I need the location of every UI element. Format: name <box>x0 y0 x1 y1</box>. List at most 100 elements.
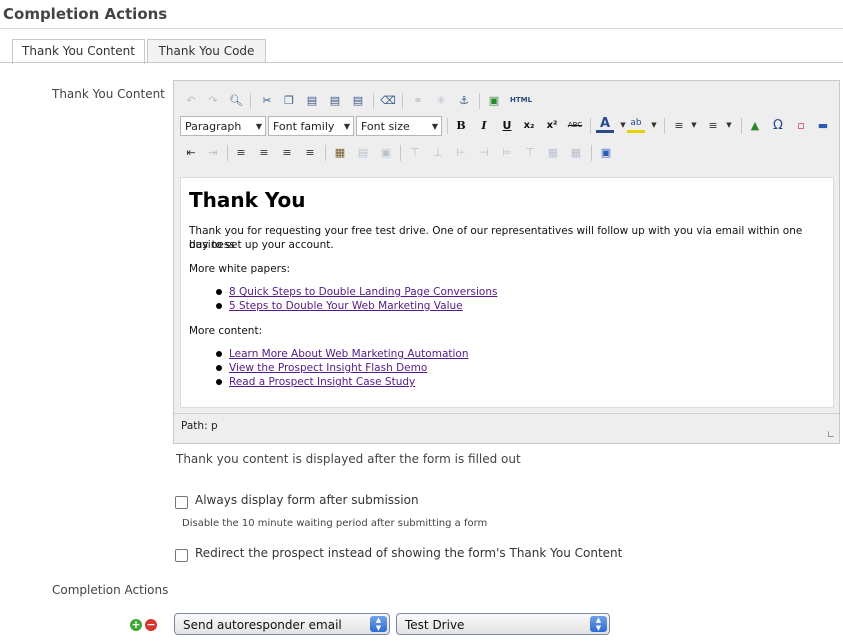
rich-text-editor: ↶ ↷ 🔍︎ ✂ ❐ ▤ ▤ ▤ ⌫ ⚭ ✳ ⚓ ▣ HTML Paragrap… <box>173 80 840 444</box>
merge-cells-icon[interactable]: ▦ <box>567 143 585 161</box>
toolbar-separator <box>373 93 374 109</box>
action-type-value: Send autoresponder email <box>183 618 342 632</box>
insert-image-icon[interactable]: ▲ <box>746 116 764 134</box>
format-select[interactable]: Paragraph ▼ <box>180 116 266 136</box>
anchor-icon[interactable]: ⚓ <box>455 91 473 109</box>
add-action-icon[interactable]: + <box>130 619 142 631</box>
strikethrough-icon[interactable]: ABC <box>566 116 584 134</box>
align-right-icon[interactable]: ≡ <box>278 143 296 161</box>
outdent-icon[interactable]: ⇤ <box>182 143 200 161</box>
toolbar-separator <box>447 118 448 134</box>
split-cells-icon[interactable]: ▦ <box>544 143 562 161</box>
section-title: Completion Actions <box>3 5 168 23</box>
tab-thank-you-code[interactable]: Thank You Code <box>147 39 266 63</box>
redo-icon[interactable]: ↷ <box>204 91 222 109</box>
always-display-label: Always display form after submission <box>195 493 419 507</box>
copy-icon[interactable]: ❐ <box>280 91 298 109</box>
tab-divider <box>0 62 843 63</box>
chevron-down-icon[interactable]: ▼ <box>645 116 663 134</box>
more-content-label: More content: <box>189 325 263 337</box>
insert-row-after-icon[interactable]: ⊥ <box>429 143 447 161</box>
always-display-hint: Disable the 10 minute waiting period aft… <box>182 518 488 529</box>
chevron-down-icon: ▼ <box>255 122 262 131</box>
align-justify-icon[interactable]: ≡ <box>301 143 319 161</box>
toolbar-separator <box>591 145 592 161</box>
content-link-3[interactable]: Read a Prospect Insight Case Study <box>229 376 415 388</box>
title-divider <box>0 28 843 29</box>
undo-icon[interactable]: ↶ <box>182 91 200 109</box>
align-center-icon[interactable]: ≡ <box>255 143 273 161</box>
toolbar-separator <box>590 118 591 134</box>
page-break-icon[interactable]: ▫ <box>792 116 810 134</box>
select-arrows-icon: ▲ ▼ <box>590 616 607 632</box>
toolbar-separator <box>250 93 251 109</box>
chevron-down-icon: ▼ <box>431 122 438 131</box>
bullet-icon <box>216 365 222 371</box>
unlink-icon[interactable]: ✳ <box>432 91 450 109</box>
italic-icon[interactable]: I <box>475 116 493 134</box>
thank-you-content-label: Thank You Content <box>52 87 165 101</box>
delete-col-icon[interactable]: ⊤ <box>521 143 539 161</box>
toolbar-separator <box>402 93 403 109</box>
row-properties-icon[interactable]: ▤ <box>354 143 372 161</box>
paste-text-icon[interactable]: ▤ <box>326 91 344 109</box>
horizontal-rule-icon[interactable]: ▬ <box>814 116 832 134</box>
redirect-checkbox[interactable] <box>175 549 188 562</box>
html-source-button[interactable]: HTML <box>508 91 534 109</box>
cut-icon[interactable]: ✂ <box>258 91 276 109</box>
content-link-1[interactable]: Learn More About Web Marketing Automatio… <box>229 348 469 360</box>
link-icon[interactable]: ⚭ <box>409 91 427 109</box>
always-display-checkbox[interactable] <box>175 496 188 509</box>
toolbar-row-1: ↶ ↷ 🔍︎ ✂ ❐ ▤ ▤ ▤ ⌫ ⚭ ✳ ⚓ ▣ HTML <box>180 91 830 113</box>
image-icon[interactable]: ▣ <box>485 91 503 109</box>
bullet-icon <box>216 379 222 385</box>
tab-thank-you-content[interactable]: Thank You Content <box>12 39 145 64</box>
bullet-icon <box>216 303 222 309</box>
resize-handle-icon[interactable]: ∟ <box>827 430 835 441</box>
completion-actions-label: Completion Actions <box>52 583 169 597</box>
white-paper-link-2[interactable]: 5 Steps to Double Your Web Marketing Val… <box>229 300 463 312</box>
align-left-icon[interactable]: ≡ <box>232 143 250 161</box>
paste-word-icon[interactable]: ▤ <box>349 91 367 109</box>
redirect-label: Redirect the prospect instead of showing… <box>195 546 623 560</box>
editor-content-area[interactable]: Thank You Thank you for requesting your … <box>180 177 834 408</box>
bullet-icon <box>216 289 222 295</box>
insert-table-icon[interactable]: ▦ <box>331 143 349 161</box>
insert-row-before-icon[interactable]: ⊤ <box>406 143 424 161</box>
font-size-select[interactable]: Font size ▼ <box>356 116 442 136</box>
insert-col-after-icon[interactable]: ⊨ <box>498 143 516 161</box>
paste-icon[interactable]: ▤ <box>303 91 321 109</box>
text-color-icon[interactable]: A <box>596 116 614 133</box>
white-paper-link-1[interactable]: 8 Quick Steps to Double Landing Page Con… <box>229 286 497 298</box>
toolbar-row-3: ⇤ ⇥ ≡ ≡ ≡ ≡ ▦ ▤ ▣ ⊤ ⊥ ⊢ ⊣ ⊨ ⊤ ▦ ▦ ▣ <box>180 143 830 165</box>
content-link-2[interactable]: View the Prospect Insight Flash Demo <box>229 362 427 374</box>
indent-icon[interactable]: ⇥ <box>204 143 222 161</box>
delete-row-icon[interactable]: ⊢ <box>452 143 470 161</box>
cell-properties-icon[interactable]: ▣ <box>377 143 395 161</box>
find-icon[interactable]: 🔍︎ <box>227 91 245 109</box>
toolbar-separator <box>325 145 326 161</box>
subscript-icon[interactable]: x₂ <box>520 116 538 134</box>
chevron-down-icon[interactable]: ▼ <box>685 116 703 134</box>
font-family-select[interactable]: Font family ▼ <box>268 116 354 136</box>
fullscreen-icon[interactable]: ▣ <box>597 143 615 161</box>
remove-action-icon[interactable]: − <box>145 619 157 631</box>
action-value-select[interactable]: Test Drive ▲ ▼ <box>396 613 610 635</box>
insert-col-before-icon[interactable]: ⊣ <box>475 143 493 161</box>
editor-path: Path: p <box>181 420 218 432</box>
underline-icon[interactable]: U <box>498 116 516 134</box>
content-paragraph-line-2: day to set up your account. <box>189 239 334 251</box>
bold-icon[interactable]: B <box>452 116 470 134</box>
highlight-color-icon[interactable]: ab <box>627 116 645 133</box>
toolbar-separator <box>664 118 665 134</box>
action-value-value: Test Drive <box>405 618 465 632</box>
chevron-down-icon[interactable]: ▼ <box>720 116 738 134</box>
content-heading: Thank You <box>189 188 306 212</box>
font-family-select-value: Font family <box>273 120 335 133</box>
font-size-select-value: Font size <box>361 120 410 133</box>
toolbar-separator <box>227 145 228 161</box>
eraser-icon[interactable]: ⌫ <box>379 91 397 109</box>
superscript-icon[interactable]: x² <box>543 116 561 134</box>
action-type-select[interactable]: Send autoresponder email ▲ ▼ <box>174 613 390 635</box>
special-char-icon[interactable]: Ω <box>769 116 787 134</box>
